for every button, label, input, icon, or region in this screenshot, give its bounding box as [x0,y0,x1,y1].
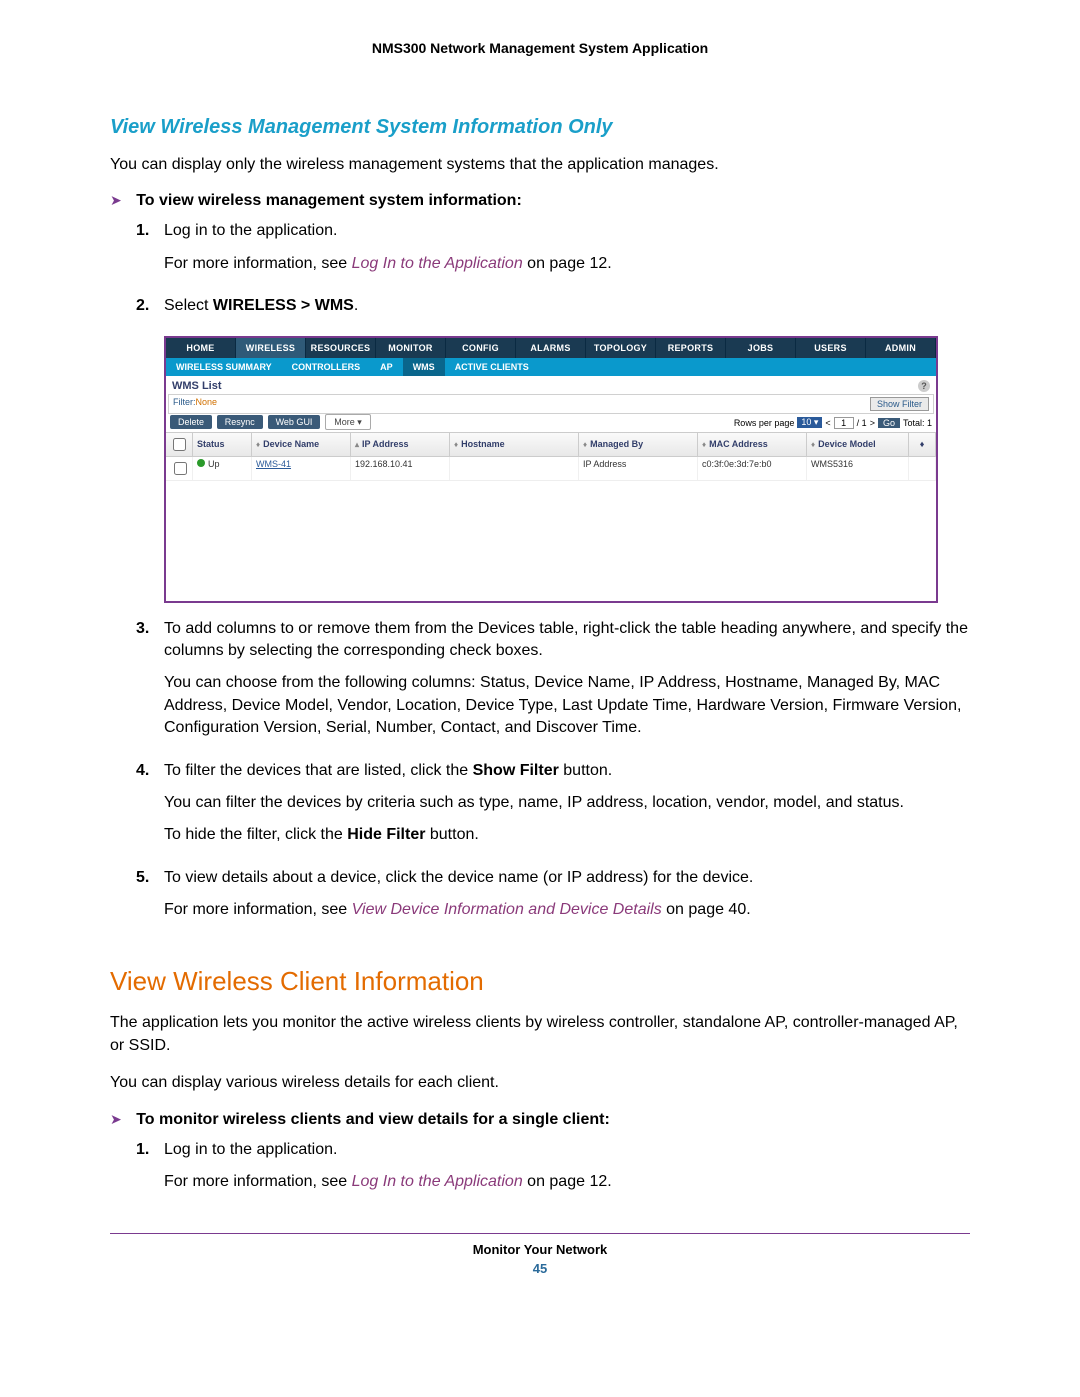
step2-text: Select WIRELESS > WMS. [164,295,970,317]
page-header: NMS300 Network Management System Applica… [110,40,970,56]
step-number: 2. [136,295,164,327]
subnav-wms[interactable]: WMS [403,358,445,376]
step1-more: For more information, see Log In to the … [164,253,970,275]
nav-resources[interactable]: RESOURCES [306,338,376,358]
step3-text-a: To add columns to or remove them from th… [164,618,970,663]
footer-page-number: 45 [110,1261,970,1276]
delete-button[interactable]: Delete [170,415,212,429]
main-nav: HOME WIRELESS RESOURCES MONITOR CONFIG A… [166,338,936,358]
gear-icon[interactable]: ♦ [909,433,936,456]
row-checkbox[interactable] [174,462,187,475]
intro-text: You can display only the wireless manage… [110,154,970,176]
nav-monitor[interactable]: MONITOR [376,338,446,358]
nav-users[interactable]: USERS [796,338,866,358]
step-number: 3. [136,618,164,750]
table-header[interactable]: Status ♦Device Name ▴IP Address ♦Hostnam… [166,432,936,457]
wms-screenshot: HOME WIRELESS RESOURCES MONITOR CONFIG A… [164,336,938,603]
nav-jobs[interactable]: JOBS [726,338,796,358]
arrow-icon: ➤ [110,192,122,209]
step3-text-b: You can choose from the following column… [164,672,970,739]
nav-wireless[interactable]: WIRELESS [236,338,306,358]
nav-topology[interactable]: TOPOLOGY [586,338,656,358]
step1-more: For more information, see Log In to the … [164,1171,970,1193]
link-device-details[interactable]: View Device Information and Device Detai… [352,901,662,918]
prev-page-icon[interactable]: < [825,418,830,428]
rows-per-page[interactable]: 10 ▾ [797,417,822,428]
subnav-summary[interactable]: WIRELESS SUMMARY [166,358,282,376]
step5-b: For more information, see View Device In… [164,899,970,921]
show-filter-button[interactable]: Show Filter [870,397,929,411]
pager: Rows per page 10 ▾ < / 1 > Go Total: 1 [734,417,932,429]
step-number: 4. [136,760,164,857]
step4-c: To hide the filter, click the Hide Filte… [164,824,970,846]
task-heading-2: To monitor wireless clients and view det… [136,1111,610,1128]
subnav-ap[interactable]: AP [370,358,403,376]
nav-home[interactable]: HOME [166,338,236,358]
link-login[interactable]: Log In to the Application [352,255,523,272]
footer-separator [110,1233,970,1234]
step-number: 5. [136,867,164,932]
step1-text: Log in to the application. [164,1139,970,1161]
step4-b: You can filter the devices by criteria s… [164,792,970,814]
wms-list-title: WMS List [172,380,222,392]
device-name-link[interactable]: WMS-41 [256,459,291,469]
sub-nav: WIRELESS SUMMARY CONTROLLERS AP WMS ACTI… [166,358,936,376]
resync-button[interactable]: Resync [217,415,263,429]
step-number: 1. [136,1139,164,1204]
footer-chapter: Monitor Your Network [110,1242,970,1257]
step1-text: Log in to the application. [164,220,970,242]
step5-text: To view details about a device, click th… [164,867,970,889]
step-number: 1. [136,220,164,285]
help-icon[interactable]: ? [918,380,930,392]
filter-status: Filter:None [173,397,217,411]
arrow-icon: ➤ [110,1111,122,1128]
subnav-active[interactable]: ACTIVE CLIENTS [445,358,539,376]
client-p2: You can display various wireless details… [110,1072,970,1094]
status-up-icon [197,459,205,467]
webgui-button[interactable]: Web GUI [268,415,321,429]
more-button[interactable]: More ▾ [325,414,371,430]
subnav-controllers[interactable]: CONTROLLERS [282,358,371,376]
nav-alarms[interactable]: ALARMS [516,338,586,358]
link-login[interactable]: Log In to the Application [352,1173,523,1190]
nav-config[interactable]: CONFIG [446,338,516,358]
task-heading-1: To view wireless management system infor… [136,192,522,209]
section-title-wms: View Wireless Management System Informat… [110,116,970,139]
page-input[interactable] [834,417,854,429]
select-all-checkbox[interactable] [173,438,186,451]
table-row[interactable]: Up WMS-41 192.168.10.41 IP Address c0:3f… [166,457,936,481]
client-p1: The application lets you monitor the act… [110,1012,970,1057]
nav-admin[interactable]: ADMIN [866,338,936,358]
h2-client-info: View Wireless Client Information [110,966,970,997]
go-button[interactable]: Go [878,418,900,428]
next-page-icon[interactable]: > [870,418,875,428]
step4-text: To filter the devices that are listed, c… [164,760,970,782]
nav-reports[interactable]: REPORTS [656,338,726,358]
